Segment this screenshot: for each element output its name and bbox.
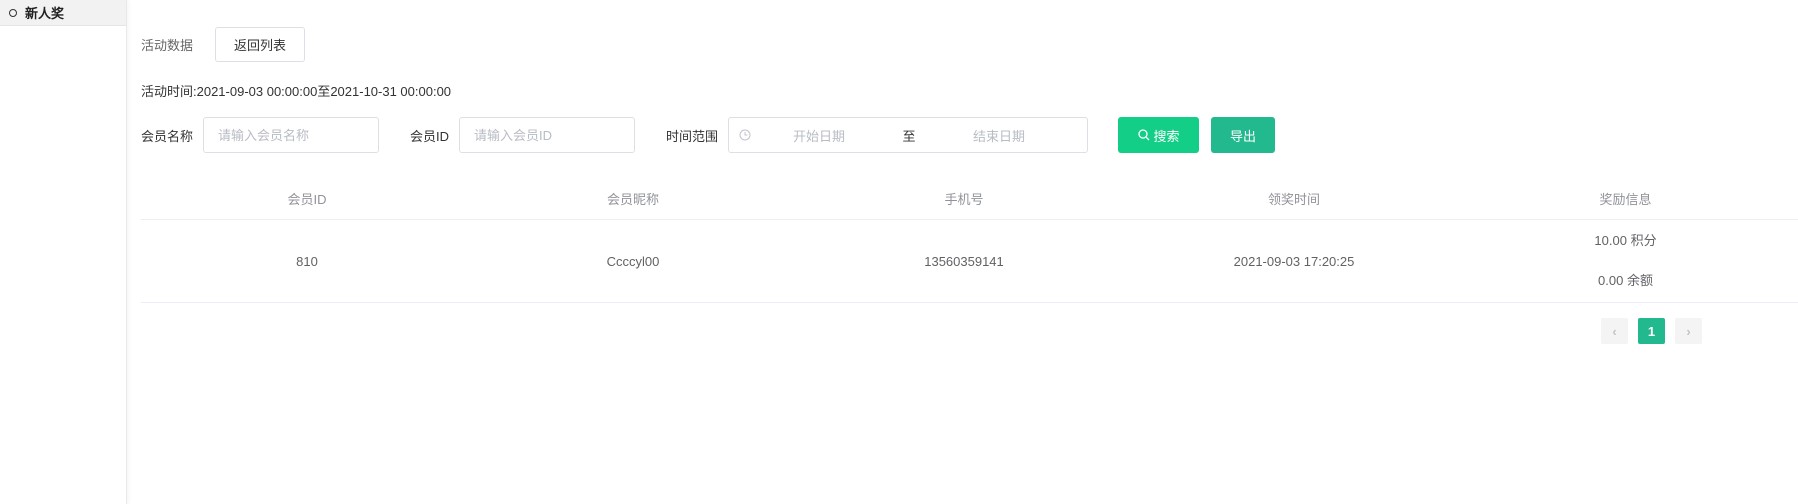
member-id-input[interactable] — [459, 117, 636, 153]
member-name-input[interactable] — [203, 117, 380, 153]
circle-icon — [9, 8, 17, 17]
page-1-button[interactable]: 1 — [1638, 318, 1665, 344]
table-header: 会员ID 会员昵称 手机号 领奖时间 奖励信息 — [141, 177, 1798, 220]
range-separator: 至 — [902, 128, 916, 144]
date-range-picker[interactable]: 开始日期 至 结束日期 — [728, 117, 1089, 153]
search-button-label: 搜索 — [1153, 128, 1180, 144]
pagination: ‹ 1 › — [1601, 318, 1702, 344]
cell-award-time: 2021-09-03 17:20:25 — [1233, 253, 1355, 269]
start-date-input[interactable]: 开始日期 — [759, 126, 879, 145]
activity-time: 活动时间:2021-09-03 00:00:00至2021-10-31 00:0… — [141, 84, 452, 99]
end-date-input[interactable]: 结束日期 — [939, 126, 1059, 145]
cell-reward-info: 10.00 积分 0.00 余额 — [1453, 232, 1798, 290]
export-button[interactable]: 导出 — [1211, 117, 1276, 153]
data-table: 会员ID 会员昵称 手机号 领奖时间 奖励信息 810 Ccccyl00 135… — [141, 177, 1798, 303]
section-label: 活动数据 — [141, 38, 194, 53]
sidebar-item-new-user-award[interactable]: 新人奖 — [0, 0, 126, 26]
clock-icon — [739, 129, 751, 141]
column-header-nickname: 会员昵称 — [606, 191, 659, 207]
table-row: 810 Ccccyl00 13560359141 2021-09-03 17:2… — [141, 220, 1798, 303]
page-header: 活动数据 返回列表 — [141, 27, 306, 62]
time-range-label: 时间范围 — [666, 128, 719, 144]
member-name-label: 会员名称 — [141, 128, 194, 144]
main-content: 活动数据 返回列表 活动时间:2021-09-03 00:00:00至2021-… — [141, 0, 1798, 504]
column-header-phone: 手机号 — [944, 191, 984, 207]
search-button[interactable]: 搜索 — [1118, 117, 1200, 153]
sidebar: 新人奖 — [0, 0, 127, 504]
cell-nickname: Ccccyl00 — [606, 253, 660, 269]
cell-member-id: 810 — [296, 253, 318, 269]
cell-phone: 13560359141 — [924, 253, 1004, 269]
member-id-label: 会员ID — [410, 128, 450, 144]
reward-points: 10.00 积分 — [1594, 233, 1657, 248]
next-page-button[interactable]: › — [1675, 318, 1702, 344]
reward-balance: 0.00 余额 — [1598, 273, 1653, 288]
filter-bar: 会员名称 会员ID 时间范围 开始日期 至 结束日期 搜索 导出 — [141, 117, 1276, 153]
search-icon — [1137, 129, 1149, 141]
sidebar-item-label: 新人奖 — [25, 6, 65, 21]
column-header-award-time: 领奖时间 — [1267, 191, 1320, 207]
column-header-member-id: 会员ID — [287, 191, 327, 207]
prev-page-button[interactable]: ‹ — [1601, 318, 1628, 344]
column-header-reward-info: 奖励信息 — [1599, 191, 1652, 207]
back-to-list-button[interactable]: 返回列表 — [215, 27, 306, 62]
